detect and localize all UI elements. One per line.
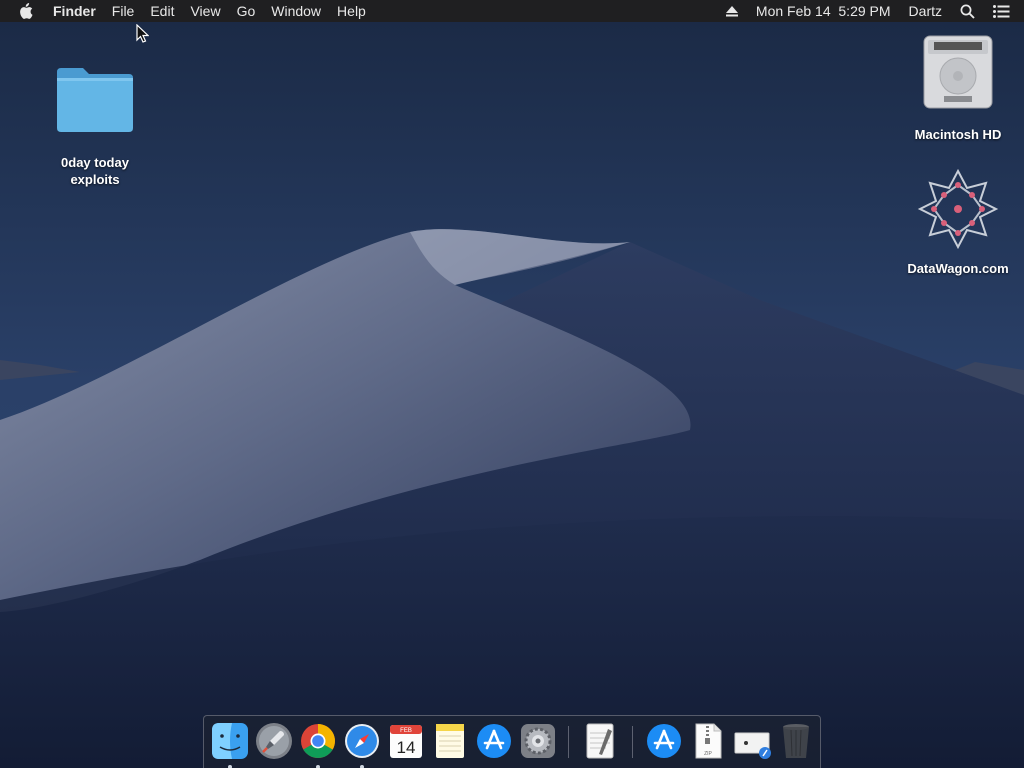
textedit-icon [586,723,614,759]
gear-icon [521,724,555,758]
eject-icon[interactable] [717,0,747,22]
datawagon-label: DataWagon.com [907,261,1009,276]
hard-drive-icon [923,35,993,109]
dock-item-chrome[interactable] [298,721,338,768]
applications-folder-icon [647,724,681,758]
menu-clock[interactable]: Mon Feb 14 5:29 PM [747,0,900,22]
mouse-pointer-icon [136,24,149,43]
folder-label-line2: exploits [70,172,120,187]
dock: FEB 14 ZIP [203,715,821,768]
safari-compass-icon [345,724,379,758]
trash-icon [783,724,809,758]
dock-item-archive[interactable]: ZIP [688,721,728,761]
dock-item-app-store[interactable] [474,721,514,761]
calendar-month: FEB [400,728,412,734]
desktop-folder[interactable]: 0day today exploits [40,66,150,188]
notes-icon [436,724,464,758]
star-pattern-icon [917,168,999,250]
menu-window[interactable]: Window [263,0,329,22]
menu-bar: Finder File Edit View Go Window Help Mon… [0,0,1024,22]
menu-app-name[interactable]: Finder [45,0,104,22]
spotlight-search-icon[interactable] [951,0,984,22]
dock-item-applications[interactable] [644,721,684,761]
calendar-icon: FEB 14 [390,725,422,758]
dock-item-safari[interactable] [342,721,382,768]
dock-item-textedit[interactable] [580,721,620,761]
desktop-macintosh-hd[interactable]: Macintosh HD [903,32,1013,143]
folder-label-line1: 0day today [61,155,129,170]
desktop[interactable]: Finder File Edit View Go Window Help Mon… [0,0,1024,768]
calendar-day: 14 [397,738,416,757]
zip-tag: ZIP [704,751,712,757]
dock-item-notes[interactable] [430,721,470,761]
folder-icon [57,68,133,132]
zip-file-icon: ZIP [695,723,722,759]
macintosh-hd-label: Macintosh HD [914,127,1002,142]
apple-logo-icon[interactable] [0,3,45,19]
menu-view[interactable]: View [182,0,228,22]
notification-center-icon[interactable] [984,0,1024,22]
dock-item-finder[interactable] [210,721,250,768]
mojave-wallpaper [0,0,1024,768]
dock-item-calendar[interactable]: FEB 14 [386,721,426,761]
menu-edit[interactable]: Edit [142,0,182,22]
menu-help[interactable]: Help [329,0,374,22]
desktop-datawagon[interactable]: DataWagon.com [903,168,1013,277]
chrome-icon [301,724,335,758]
dock-separator [568,726,569,758]
app-store-icon [477,724,511,758]
launchpad-rocket-icon [256,723,292,759]
dock-separator [632,726,633,758]
dock-item-system-preferences[interactable] [518,721,558,761]
menu-go[interactable]: Go [229,0,264,22]
menu-file[interactable]: File [104,0,143,22]
finder-icon [212,723,248,759]
dock-item-downloads[interactable] [732,721,772,761]
menu-user[interactable]: Dartz [900,0,951,22]
dock-item-launchpad[interactable] [254,721,294,761]
dock-item-trash[interactable] [776,721,816,761]
downloads-stack-icon [734,732,771,759]
